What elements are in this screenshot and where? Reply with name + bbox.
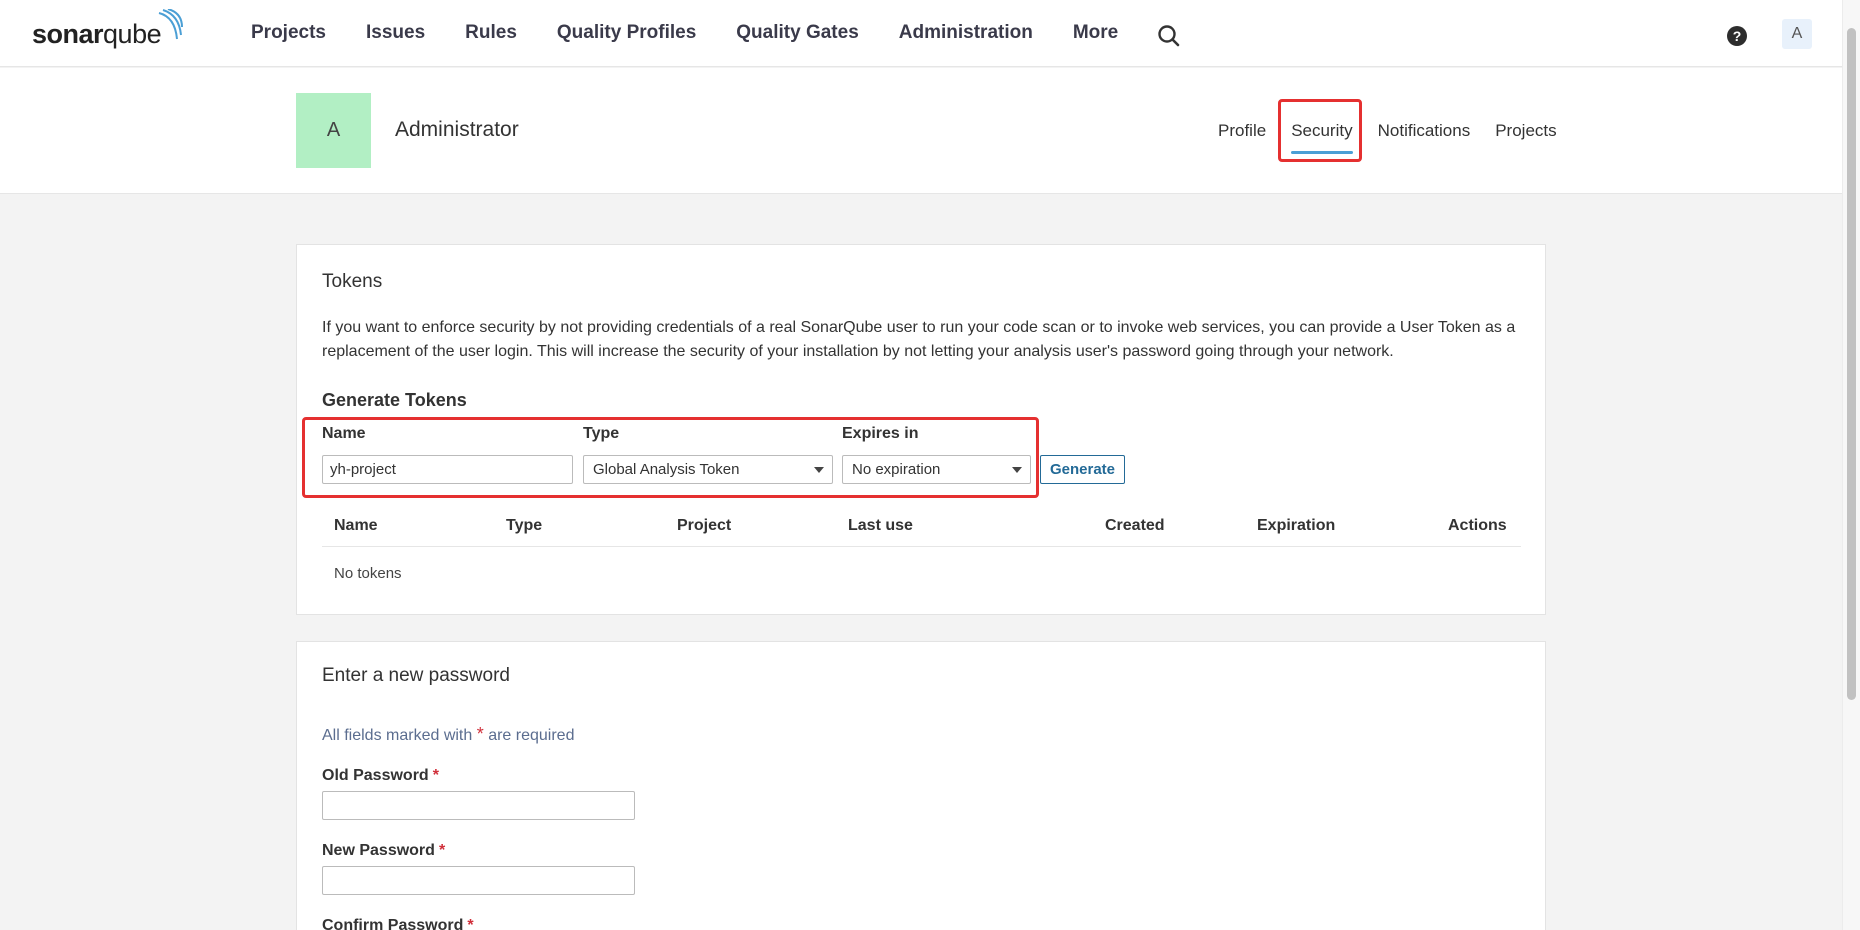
col-last-use: Last use (848, 517, 913, 534)
logo-text: sonarqube (32, 18, 162, 49)
col-actions: Actions (1448, 517, 1507, 534)
token-type-value: Global Analysis Token (593, 461, 740, 478)
sonarqube-logo[interactable]: sonarqube (32, 9, 184, 54)
required-note: All fields marked with * are required (322, 724, 574, 745)
tokens-card: Tokens If you want to enforce security b… (296, 244, 1546, 615)
new-password-input[interactable] (322, 866, 635, 895)
token-expires-select[interactable]: No expiration (842, 455, 1031, 484)
token-type-label: Type (583, 425, 620, 442)
password-title: Enter a new password (322, 665, 510, 686)
generate-tokens-title: Generate Tokens (322, 390, 467, 410)
generate-button[interactable]: Generate (1040, 455, 1125, 484)
col-expiration: Expiration (1257, 517, 1336, 534)
account-header: A Administrator Profile Security Notific… (0, 68, 1842, 194)
required-note-prefix: All fields marked with (322, 727, 473, 744)
table-divider (322, 546, 1521, 547)
tab-projects[interactable]: Projects (1495, 120, 1556, 142)
tab-profile[interactable]: Profile (1218, 120, 1266, 142)
nav-issues[interactable]: Issues (366, 20, 425, 46)
col-project: Project (677, 517, 732, 534)
no-tokens-text: No tokens (334, 565, 402, 582)
confirm-password-label: Confirm Password * (322, 917, 474, 930)
account-name: Administrator (395, 118, 519, 141)
token-expires-value: No expiration (852, 461, 941, 478)
scrollbar-thumb[interactable] (1847, 28, 1856, 700)
required-note-suffix: are required (488, 727, 575, 744)
main-nav: Projects Issues Rules Quality Profiles Q… (251, 20, 1158, 46)
nav-quality-profiles[interactable]: Quality Profiles (557, 20, 696, 46)
tab-notifications[interactable]: Notifications (1378, 120, 1471, 142)
top-navbar: sonarqube Projects Issues Rules Quality … (0, 0, 1842, 67)
token-type-select[interactable]: Global Analysis Token (583, 455, 833, 484)
nav-more[interactable]: More (1073, 20, 1118, 46)
account-avatar: A (296, 93, 371, 168)
tab-security[interactable]: Security (1291, 120, 1354, 154)
old-password-input[interactable] (322, 791, 635, 820)
user-avatar[interactable]: A (1782, 19, 1812, 49)
col-type: Type (506, 517, 543, 534)
required-star: * (476, 724, 484, 744)
nav-rules[interactable]: Rules (465, 20, 517, 46)
chevron-down-icon (1012, 467, 1022, 473)
tokens-description: If you want to enforce security by not p… (322, 319, 1516, 360)
chevron-down-icon (814, 467, 824, 473)
token-expires-label: Expires in (842, 425, 919, 442)
col-created: Created (1105, 517, 1165, 534)
search-icon[interactable] (1157, 24, 1181, 48)
logo-waves-icon (158, 9, 184, 40)
password-card: Enter a new password All fields marked w… (296, 641, 1546, 930)
token-name-label: Name (322, 425, 366, 442)
new-password-label: New Password * (322, 842, 446, 859)
tokens-title: Tokens (322, 271, 383, 292)
nav-administration[interactable]: Administration (899, 20, 1033, 46)
nav-projects[interactable]: Projects (251, 20, 326, 46)
help-icon[interactable]: ? (1726, 25, 1748, 47)
col-name: Name (334, 517, 378, 534)
token-name-input[interactable] (322, 455, 573, 484)
account-tabs: Profile Security Notifications Projects (1218, 120, 1582, 154)
svg-text:?: ? (1733, 28, 1742, 44)
nav-quality-gates[interactable]: Quality Gates (736, 20, 859, 46)
old-password-label: Old Password * (322, 767, 439, 784)
